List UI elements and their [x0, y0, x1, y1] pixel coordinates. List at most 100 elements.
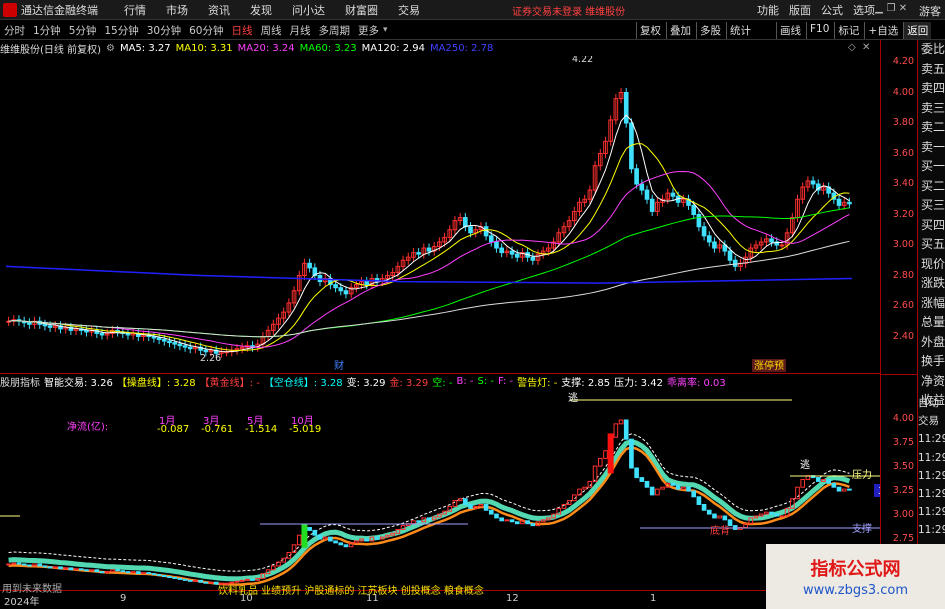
candle	[540, 246, 546, 259]
restore-icon[interactable]: ❐	[885, 3, 897, 14]
sub-candle	[826, 479, 831, 484]
candle	[800, 182, 806, 204]
period-tab-1[interactable]: 1分钟	[29, 23, 65, 38]
quote-label-4[interactable]: 卖二	[918, 118, 945, 138]
period-tab-9[interactable]: 多周期	[315, 23, 355, 38]
right-menu-item-0[interactable]: 功能	[757, 2, 779, 18]
tool-button2-4[interactable]: 返回	[903, 22, 932, 39]
period-tab-3[interactable]: 15分钟	[100, 23, 142, 38]
menu-item-2[interactable]: 资讯	[208, 2, 230, 18]
menu-item-6[interactable]: 交易	[398, 2, 420, 18]
login-notice[interactable]: 证券交易未登录 维维股份	[512, 3, 625, 18]
candle	[125, 328, 131, 340]
tool-button2-3[interactable]: +自选	[864, 22, 901, 39]
quote-label-0[interactable]: 委比	[918, 40, 945, 60]
right-menu-item-2[interactable]: 公式	[821, 2, 843, 18]
indicator-chart[interactable]: 压力支撑逃逃3.16底背	[0, 374, 880, 590]
quote-label-7[interactable]: 买二	[918, 177, 945, 197]
sub-candle	[701, 503, 707, 511]
tool-button2-2[interactable]: 标记	[834, 22, 862, 39]
quote-label-6[interactable]: 买一	[918, 157, 945, 177]
candle	[655, 197, 660, 217]
candle	[644, 185, 650, 204]
quote-label-2[interactable]: 卖四	[918, 79, 945, 99]
menu-item-5[interactable]: 财富圈	[345, 2, 378, 18]
tool-button-3[interactable]: 统计	[726, 22, 754, 39]
sub-candle	[644, 480, 650, 488]
sub-candle	[655, 488, 660, 496]
candle	[504, 246, 510, 258]
candle	[374, 273, 380, 287]
period-tab-4[interactable]: 30分钟	[143, 23, 185, 38]
right-menu-item-3[interactable]: 选项	[853, 2, 875, 18]
candle	[141, 330, 146, 342]
quote-label-15[interactable]: 外盘	[918, 333, 945, 353]
period-tab-7[interactable]: 周线	[257, 23, 286, 38]
sub-candle	[722, 515, 728, 521]
candle	[815, 179, 821, 195]
candle	[821, 182, 826, 195]
sub-candle	[706, 509, 712, 515]
period-tab-5[interactable]: 60分钟	[185, 23, 227, 38]
sub-candle	[16, 562, 22, 565]
close-chart-icon[interactable]: ✕	[862, 42, 870, 53]
quote-label-13[interactable]: 涨幅	[918, 294, 945, 314]
ma-info-line: 维维股份(日线 前复权) ⚙ MA5: 3.27 MA10: 3.31 MA20: …	[0, 41, 880, 56]
sub-candle	[779, 515, 785, 518]
sub-candle	[831, 482, 837, 488]
quote-label-11[interactable]: 现价	[918, 255, 945, 275]
concept-tags[interactable]: 饮料乳品 业绩预升 沪股通标的 江苏板块 创投概念 粮食概念	[218, 582, 484, 597]
candle	[764, 234, 769, 247]
menu-item-3[interactable]: 发现	[250, 2, 272, 18]
quote-label-10[interactable]: 买五	[918, 235, 945, 255]
quote-label-5[interactable]: 卖一	[918, 138, 945, 158]
minimize-icon[interactable]: ▁	[873, 3, 885, 14]
candle	[520, 248, 525, 262]
sub-candle	[847, 488, 852, 491]
sub-candle	[307, 527, 312, 531]
kline-chart[interactable]: 4.22 2.26 财 涨停预	[0, 56, 880, 374]
chevron-down-icon[interactable]: ▾	[383, 25, 388, 35]
guest-button[interactable]: 游客	[919, 3, 941, 19]
period-tab-6[interactable]: 日线	[228, 23, 257, 38]
close-icon[interactable]: ✕	[897, 3, 909, 14]
diamond-icon[interactable]: ◇	[848, 42, 856, 53]
tool-button2-0[interactable]: 画线	[776, 22, 804, 39]
tool-button-2[interactable]: 多股	[696, 22, 724, 39]
period-tab-0[interactable]: 分时	[0, 23, 29, 38]
right-menu-item-1[interactable]: 版面	[789, 2, 811, 18]
low-price-label: 2.26	[200, 353, 221, 364]
period-tab-2[interactable]: 5分钟	[65, 23, 101, 38]
tool-button-1[interactable]: 叠加	[666, 22, 694, 39]
quote-label-17[interactable]: 净资	[918, 372, 945, 392]
tool-button2-1[interactable]: F10	[806, 22, 832, 39]
period-tab-10[interactable]: 更多	[354, 23, 383, 38]
sub-candle	[161, 575, 167, 578]
finance-marker[interactable]: 财	[334, 359, 344, 372]
indicator-value-5: 变: 3.29	[346, 378, 386, 389]
tool-button-0[interactable]: 复权	[636, 22, 664, 39]
quote-label-9[interactable]: 买四	[918, 216, 945, 236]
quote-label-14[interactable]: 总量	[918, 313, 945, 333]
menu-item-4[interactable]: 问小达	[292, 2, 325, 18]
sub-candle	[68, 567, 74, 571]
settings-icon[interactable]: ⚙	[106, 43, 115, 54]
quote-label-8[interactable]: 买三	[918, 196, 945, 216]
ma-label-1: MA10: 3.31	[175, 43, 233, 54]
quote-label-1[interactable]: 卖五	[918, 60, 945, 80]
sub-candle	[63, 567, 69, 570]
quote-label-16[interactable]: 换手	[918, 352, 945, 372]
menu-item-1[interactable]: 市场	[166, 2, 188, 18]
limit-up-tag[interactable]: 涨停预	[754, 359, 784, 372]
sub-candle	[597, 457, 603, 467]
candle	[603, 136, 608, 159]
period-tab-8[interactable]: 月线	[286, 23, 315, 38]
quote-label-3[interactable]: 卖三	[918, 99, 945, 119]
indicator-info-line: 股朋指标 智能交易: 3.26 【操盘线】: 3.28 【黄金线】: - 【空仓线】: …	[0, 374, 880, 389]
candle	[182, 341, 188, 352]
sub-candle	[727, 519, 733, 527]
time-label-1: 交易	[918, 415, 939, 428]
quote-label-12[interactable]: 涨跌	[918, 274, 945, 294]
sub-candle	[37, 563, 43, 567]
menu-item-0[interactable]: 行情	[124, 2, 146, 18]
